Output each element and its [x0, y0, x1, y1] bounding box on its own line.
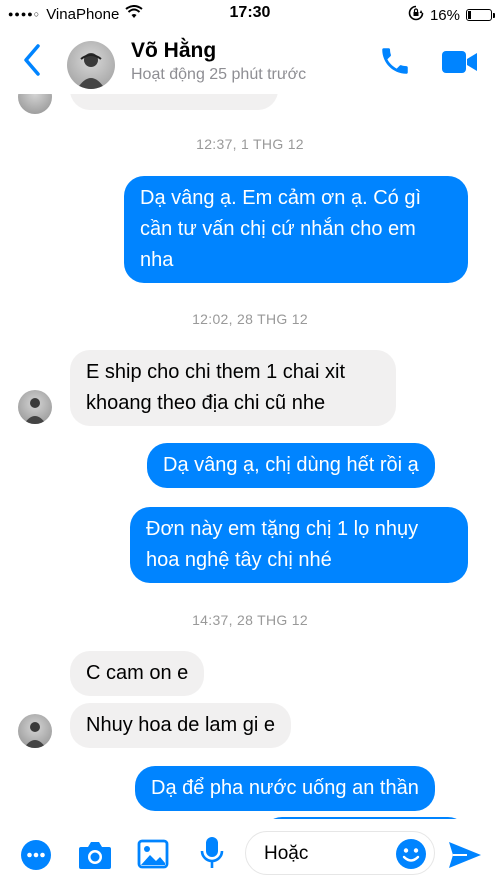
back-chevron-icon[interactable]: [20, 42, 46, 83]
message-list[interactable]: 12:37, 1 THG 12 Dạ vâng ạ. Em cảm ơn ạ. …: [0, 94, 500, 819]
more-icon[interactable]: [20, 839, 52, 876]
send-icon[interactable]: [447, 839, 483, 876]
contact-status: Hoạt động 25 phút trước: [131, 66, 307, 83]
contact-avatar-small: [18, 94, 52, 114]
phone-icon[interactable]: [378, 44, 412, 83]
contact-name[interactable]: Võ Hằng: [131, 39, 216, 63]
message-input[interactable]: Hoặc: [245, 831, 435, 875]
contact-avatar-small: [18, 714, 52, 748]
rotation-lock-icon: [408, 5, 424, 25]
message-bubble-outgoing[interactable]: Dạ vâng ạ, chị dùng hết rồi ạ: [147, 443, 435, 488]
video-camera-icon[interactable]: [440, 48, 480, 81]
message-bubble-incoming[interactable]: E ship cho chi them 1 chai xit khoang th…: [70, 350, 396, 426]
avatar[interactable]: [67, 41, 115, 89]
message-bubble-incoming[interactable]: C cam on e: [70, 651, 205, 696]
chat-header: Võ Hằng Hoạt động 25 phút trước: [0, 28, 500, 94]
message-bubble-incoming[interactable]: Nhuy hoa de lam gi e: [70, 703, 292, 748]
message-input-text: Hoặc: [264, 843, 309, 864]
microphone-icon[interactable]: [199, 835, 225, 876]
contact-avatar-small: [18, 390, 52, 424]
composer-bar: Hoặc: [0, 819, 500, 889]
emoji-icon[interactable]: [394, 837, 428, 876]
camera-icon[interactable]: [77, 839, 113, 876]
status-right: 16%: [408, 5, 495, 25]
status-bar: ●●●●○ VinaPhone 17:30 16%: [0, 0, 500, 28]
timestamp: 12:02, 28 THG 12: [192, 311, 308, 327]
battery-percent: 16%: [429, 6, 460, 24]
message-bubble-outgoing[interactable]: Dạ để pha nước uống an thần: [135, 766, 435, 811]
battery-icon: [466, 9, 495, 21]
timestamp: 14:37, 28 THG 12: [192, 612, 308, 628]
gallery-icon[interactable]: [137, 839, 169, 874]
message-bubble-outgoing[interactable]: Đơn này em tặng chị 1 lọ nhụy hoa nghệ t…: [130, 507, 468, 583]
message-bubble-incoming-partial[interactable]: [70, 94, 278, 110]
timestamp: 12:37, 1 THG 12: [196, 136, 304, 152]
message-bubble-outgoing[interactable]: Dạ vâng ạ. Em cảm ơn ạ. Có gì cần tư vấn…: [124, 176, 468, 283]
battery-fill: [468, 11, 471, 19]
